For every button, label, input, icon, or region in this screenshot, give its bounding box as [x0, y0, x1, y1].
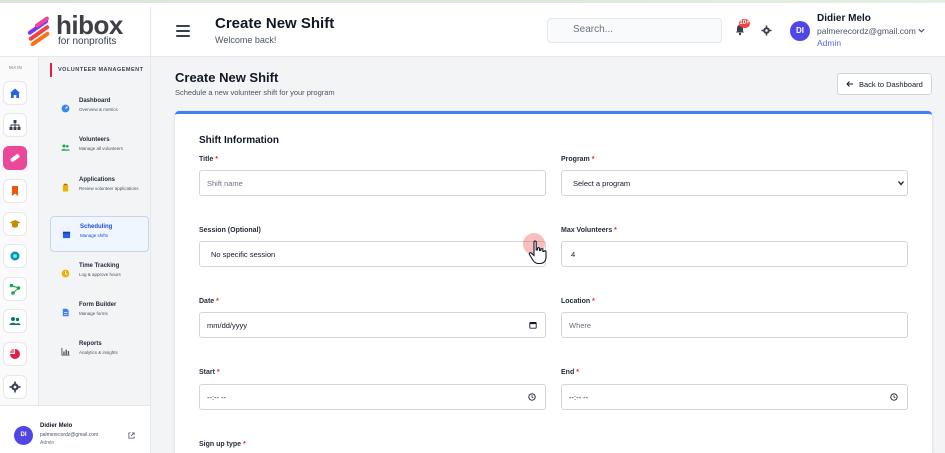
sidebar-item-dashboard[interactable]: Dashboard Overview & metrics: [50, 91, 149, 127]
calendar-icon[interactable]: [529, 321, 537, 329]
rail-bookmark-button[interactable]: [3, 179, 27, 203]
sidebar-item-subtitle: Manage shifts: [80, 233, 109, 238]
logo-mark-icon: [27, 16, 50, 46]
session-label: Session (Optional): [199, 227, 261, 234]
bookmark-icon: [12, 186, 18, 196]
sidebar-item-title: Reports: [79, 341, 102, 347]
clock-icon[interactable]: [890, 393, 898, 401]
users-icon: [9, 317, 21, 325]
hand-cursor-icon: [528, 240, 547, 265]
location-input[interactable]: Where: [561, 312, 908, 338]
rail-education-button[interactable]: [3, 212, 27, 236]
rail-settings-button[interactable]: [3, 375, 27, 399]
bandage-icon: [10, 154, 20, 162]
rail-home-button[interactable]: [3, 81, 27, 105]
rail-section-label: MAIN: [9, 65, 23, 70]
start-label: Start *: [199, 369, 220, 376]
rail-network-button[interactable]: [3, 277, 27, 301]
signup-type-label: Sign up type *: [199, 441, 246, 448]
date-label: Date *: [199, 298, 219, 305]
program-select[interactable]: Select a program: [561, 170, 908, 196]
notification-badge: 10+: [739, 19, 750, 28]
rail-reports-button[interactable]: [3, 342, 27, 366]
sidebar-item-subtitle: Review volunteer applications: [79, 186, 139, 191]
sidebar-item-title: Form Builder: [79, 302, 117, 308]
rail-sitemap-button[interactable]: [3, 113, 27, 137]
network-icon: [9, 283, 21, 295]
sidebar-item-title: Volunteers: [79, 137, 110, 143]
user-name: Didier Melo: [817, 13, 871, 24]
circle-icon: [10, 251, 20, 261]
sidebar-item-volunteers[interactable]: Volunteers Manage all volunteers: [50, 130, 149, 166]
end-label: End *: [561, 369, 579, 376]
rail-bandage-button[interactable]: [3, 146, 27, 170]
chevron-down-icon: [898, 181, 904, 186]
sidebar-item-title: Applications: [79, 177, 116, 183]
location-label: Location *: [561, 298, 595, 305]
rail-circle-button[interactable]: [3, 244, 27, 268]
user-role: Admin: [817, 38, 842, 48]
start-time-input[interactable]: --:-- --: [199, 384, 546, 410]
sidebar-user-role: Admin: [40, 440, 55, 446]
program-label: Program *: [561, 156, 595, 163]
settings-icon: [9, 381, 21, 393]
sidebar-item-form-builder[interactable]: Form Builder Manage forms: [50, 295, 149, 331]
end-time-input[interactable]: --:-- --: [561, 384, 908, 410]
sidebar-item-reports[interactable]: Reports Analytics & insights: [50, 334, 149, 370]
card-title: Shift Information: [199, 135, 279, 146]
document-icon: [62, 308, 69, 317]
sitemap-icon: [9, 120, 21, 130]
session-select[interactable]: No specific session: [199, 241, 546, 267]
sidebar-item-subtitle: Manage all volunteers: [79, 146, 124, 151]
gear-icon[interactable]: [761, 25, 772, 36]
sidebar-item-subtitle: Analytics & insights: [79, 350, 118, 355]
bar-chart-icon: [61, 347, 70, 356]
sidebar-item-scheduling[interactable]: Scheduling Manage shifts: [50, 216, 149, 252]
clock-icon: [61, 269, 70, 278]
sidebar-item-subtitle: Overview & metrics: [79, 107, 118, 112]
clipboard-icon: [62, 183, 69, 192]
logo-tagline: for nonprofits: [58, 36, 117, 47]
page-subtitle: Schedule a new volunteer shift for your …: [175, 88, 335, 97]
header-title: Create New Shift: [215, 15, 335, 32]
sidebar-item-title: Time Tracking: [79, 263, 120, 269]
max-volunteers-input[interactable]: 4: [561, 241, 908, 267]
title-input[interactable]: Shift name: [199, 170, 546, 196]
avatar[interactable]: DI: [14, 426, 33, 445]
title-label: Title *: [199, 156, 218, 163]
sidebar-divider: [150, 7, 151, 453]
people-icon: [61, 144, 70, 151]
sidebar-item-applications[interactable]: Applications Review volunteer applicatio…: [50, 170, 149, 206]
header-subtitle: Welcome back!: [215, 35, 277, 45]
user-email: palmerecordz@gmail.com: [817, 26, 916, 36]
arrow-left-icon: [846, 81, 853, 87]
logo[interactable]: hibox for nonprofits: [24, 10, 124, 48]
clock-icon[interactable]: [528, 393, 536, 401]
sidebar-item-title: Scheduling: [80, 224, 113, 230]
chevron-down-icon[interactable]: [917, 26, 926, 35]
date-input[interactable]: mm/dd/yyyy: [199, 312, 546, 338]
sidebar-user-email: palmerecordz@gmail.com: [40, 432, 99, 438]
max-volunteers-label: Max Volunteers *: [561, 227, 617, 234]
sidebar-user-name: Didier Melo: [40, 423, 73, 429]
sidebar-item-subtitle: Manage forms: [79, 311, 108, 316]
graduation-cap-icon: [9, 220, 21, 228]
pie-chart-icon: [9, 348, 20, 359]
sidebar-item-subtitle: Log & approve hours: [79, 272, 121, 277]
sidebar-item-title: Dashboard: [79, 98, 111, 104]
calendar-icon: [62, 231, 71, 239]
avatar[interactable]: DI: [790, 21, 810, 41]
page-title: Create New Shift: [175, 70, 279, 85]
top-accent-bar: [0, 0, 945, 3]
nav-section-title: VOLUNTEER MANAGEMENT: [50, 63, 143, 77]
gauge-icon: [61, 104, 70, 113]
search-input[interactable]: Search...: [547, 18, 722, 43]
menu-toggle-icon[interactable]: [176, 25, 190, 37]
home-icon: [10, 88, 20, 98]
rail-users-button[interactable]: [3, 309, 27, 333]
external-link-icon[interactable]: [128, 432, 135, 439]
sidebar-item-time-tracking[interactable]: Time Tracking Log & approve hours: [50, 256, 149, 292]
